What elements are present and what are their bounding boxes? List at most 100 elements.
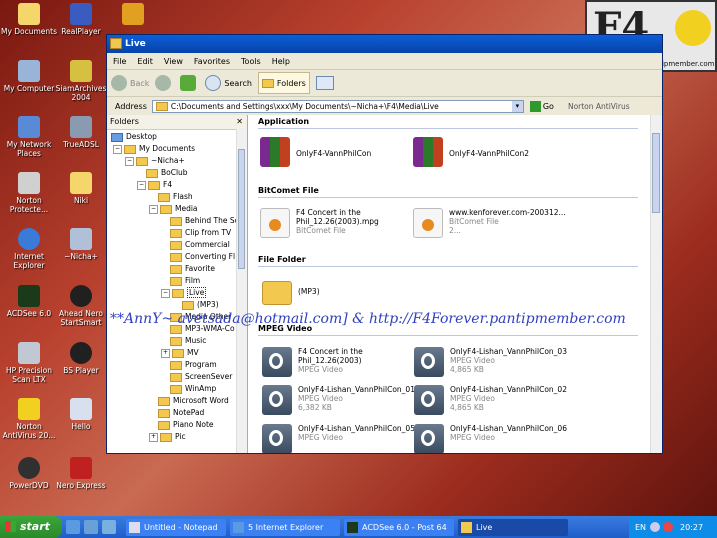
menu-view[interactable]: View — [164, 57, 183, 66]
menu-tools[interactable]: Tools — [241, 57, 261, 66]
menu-help[interactable]: Help — [272, 57, 290, 66]
tray-icon[interactable] — [663, 522, 674, 532]
file-item-bitcomet2[interactable]: www.kenforever.com-200312... BitComet Fi… — [413, 208, 569, 238]
collapse-icon[interactable]: − — [137, 180, 146, 190]
chevron-down-icon[interactable]: ▾ — [511, 100, 523, 112]
taskbar-task-ie[interactable]: 5 Internet Explorer — [230, 518, 340, 536]
taskbar-task-live[interactable]: Live — [458, 518, 568, 536]
back-button[interactable]: Back — [111, 73, 149, 93]
folder-icon — [461, 521, 472, 533]
search-button[interactable]: Search — [205, 73, 252, 93]
desktop-icon-nicha[interactable]: ~Nicha+ — [52, 228, 110, 261]
file-item-mpeg6[interactable]: OnlyF4-Lishan_VannPhilCon_06 MPEG Video — [414, 424, 570, 453]
folder-icon — [124, 144, 136, 154]
expand-icon[interactable]: + — [161, 348, 170, 358]
quicklaunch-desktop-icon[interactable] — [102, 520, 116, 534]
taskbar-task-notepad[interactable]: Untitled - Notepad — [126, 518, 226, 536]
clock[interactable]: 20:27 — [680, 523, 703, 532]
desktop-icon-siamarchives[interactable]: SiamArchives 2004 — [52, 60, 110, 102]
folder-icon — [170, 264, 182, 274]
tree-item-flash[interactable]: Flash — [158, 191, 193, 203]
desktop-icon-norton-antivirus[interactable]: Norton AntiVirus 20... — [0, 398, 58, 440]
start-button[interactable]: start — [0, 516, 62, 538]
tree-item-media[interactable]: − Media — [149, 203, 198, 215]
desktop-icon-trueadsl[interactable]: TrueADSL — [52, 116, 110, 149]
flower-icon — [675, 10, 711, 46]
tree-item-nicha[interactable]: − ~Nicha+ — [125, 155, 185, 167]
file-item-app2[interactable]: OnlyF4-VannPhilCon2 — [413, 137, 569, 167]
collapse-icon[interactable]: − — [149, 204, 158, 214]
file-item-bitcomet1[interactable]: F4 Concert in the Phil_12.26(2003).mpg B… — [260, 208, 416, 238]
collapse-icon[interactable]: − — [161, 288, 170, 298]
forward-button[interactable] — [155, 73, 174, 93]
quicklaunch-ie-icon[interactable] — [66, 520, 80, 534]
collapse-icon[interactable]: − — [125, 156, 134, 166]
menu-file[interactable]: File — [113, 57, 126, 66]
tree-item-my-documents[interactable]: − My Documents — [113, 143, 195, 155]
tree-item-converting[interactable]: Converting Fl — [170, 251, 235, 263]
file-list-scrollbar-thumb[interactable] — [652, 133, 660, 213]
tree-item-behind-the-scenes[interactable]: Behind The Sc — [170, 215, 239, 227]
tree-item-pic[interactable]: + Pic — [149, 431, 186, 443]
desktop-icon-nero-startsmart[interactable]: Ahead Nero StartSmart — [52, 285, 110, 327]
desktop-icon-my-documents[interactable]: My Documents — [0, 3, 58, 36]
file-item-mpeg2[interactable]: OnlyF4-Lishan_VannPhilCon_03 MPEG Video … — [414, 347, 570, 377]
desktop-icon-hello[interactable]: Hello — [52, 398, 110, 431]
tree-scrollbar-thumb[interactable] — [238, 149, 245, 269]
tree-item-favorite[interactable]: Favorite — [170, 263, 215, 275]
tree-item-boclub[interactable]: BoClub — [146, 167, 188, 179]
desktop-icon-norton-protected[interactable]: Norton Protecte... — [0, 172, 58, 214]
file-item-mpeg5[interactable]: OnlyF4-Lishan_VannPhilCon_05 MPEG Video — [262, 424, 418, 453]
tree-item-notepad[interactable]: NotePad — [158, 407, 204, 419]
menu-edit[interactable]: Edit — [137, 57, 153, 66]
go-button[interactable]: Go — [529, 100, 554, 112]
window-titlebar[interactable]: Live — [107, 35, 662, 53]
tree-scrollbar[interactable] — [236, 129, 247, 453]
file-item-mpeg1[interactable]: F4 Concert in the Phil_12.26(2003) MPEG … — [262, 347, 418, 377]
tree-item-microsoft-word[interactable]: Microsoft Word — [158, 395, 229, 407]
tree-item-winamp[interactable]: WinAmp — [170, 383, 216, 395]
tree-item-clip-from-tv[interactable]: Clip from TV — [170, 227, 231, 239]
tree-item-screensever[interactable]: ScreenSever — [170, 371, 232, 383]
tree-item-film[interactable]: Film — [170, 275, 200, 287]
desktop-icon-hp-scan[interactable]: HP Precision Scan LTX — [0, 342, 58, 384]
tree-item-mp3[interactable]: (MP3) — [182, 299, 219, 311]
desktop-icon-niki[interactable]: Niki — [52, 172, 110, 205]
tree-item-live[interactable]: − Live — [161, 287, 207, 299]
address-input[interactable]: C:\Documents and Settings\xxx\My Documen… — [151, 99, 524, 113]
tray-icon[interactable] — [650, 522, 661, 532]
folder-icon — [170, 228, 182, 238]
desktop-icon-my-computer[interactable]: My Computer — [0, 60, 58, 93]
views-button[interactable] — [315, 73, 334, 93]
desktop-icon-my-network[interactable]: My Network Places — [0, 116, 58, 158]
desktop-icon-realplayer[interactable]: RealPlayer — [52, 3, 110, 36]
tree-item-f4[interactable]: − F4 — [137, 179, 172, 191]
desktop-icon-nero-express[interactable]: Nero Express — [52, 457, 110, 490]
tree-item-piano-note[interactable]: Piano Note — [158, 419, 214, 431]
file-list-scrollbar[interactable] — [650, 115, 662, 453]
collapse-icon[interactable]: − — [113, 144, 122, 154]
up-folder-button[interactable] — [180, 73, 199, 93]
desktop-icon-bsplayer[interactable]: BS Player — [52, 342, 110, 375]
norton-antivirus-toolbar[interactable]: Norton AntiVirus — [568, 102, 630, 111]
desktop-icon-acdsee[interactable]: ACDSee 6.0 — [0, 285, 58, 318]
folders-button[interactable]: Folders — [257, 72, 310, 94]
language-indicator[interactable]: EN — [635, 523, 646, 532]
tree-item-program[interactable]: Program — [170, 359, 217, 371]
menu-favorites[interactable]: Favorites — [194, 57, 230, 66]
tree-item-desktop[interactable]: Desktop — [111, 131, 157, 143]
tree-item-commercial[interactable]: Commercial — [170, 239, 230, 251]
close-icon[interactable]: ✕ — [236, 115, 243, 129]
tree-item-music[interactable]: Music — [170, 335, 206, 347]
desktop-icon-shortcut[interactable] — [104, 3, 162, 27]
file-item-app1[interactable]: OnlyF4-VannPhilCon — [260, 137, 416, 167]
tree-item-mv[interactable]: + MV — [161, 347, 199, 359]
desktop-icon-internet-explorer[interactable]: Internet Explorer — [0, 228, 58, 270]
file-item-mpeg4[interactable]: OnlyF4-Lishan_VannPhilCon_02 MPEG Video … — [414, 385, 570, 415]
quicklaunch-outlook-icon[interactable] — [84, 520, 98, 534]
file-item-mpeg3[interactable]: OnlyF4-Lishan_VannPhilCon_01 MPEG Video … — [262, 385, 418, 415]
file-item-folder-mp3[interactable]: (MP3) — [262, 277, 418, 305]
expand-icon[interactable]: + — [149, 432, 158, 442]
taskbar-task-acdsee[interactable]: ACDSee 6.0 - Post 64 — [344, 518, 454, 536]
desktop-icon-powerdvd[interactable]: PowerDVD — [0, 457, 58, 490]
